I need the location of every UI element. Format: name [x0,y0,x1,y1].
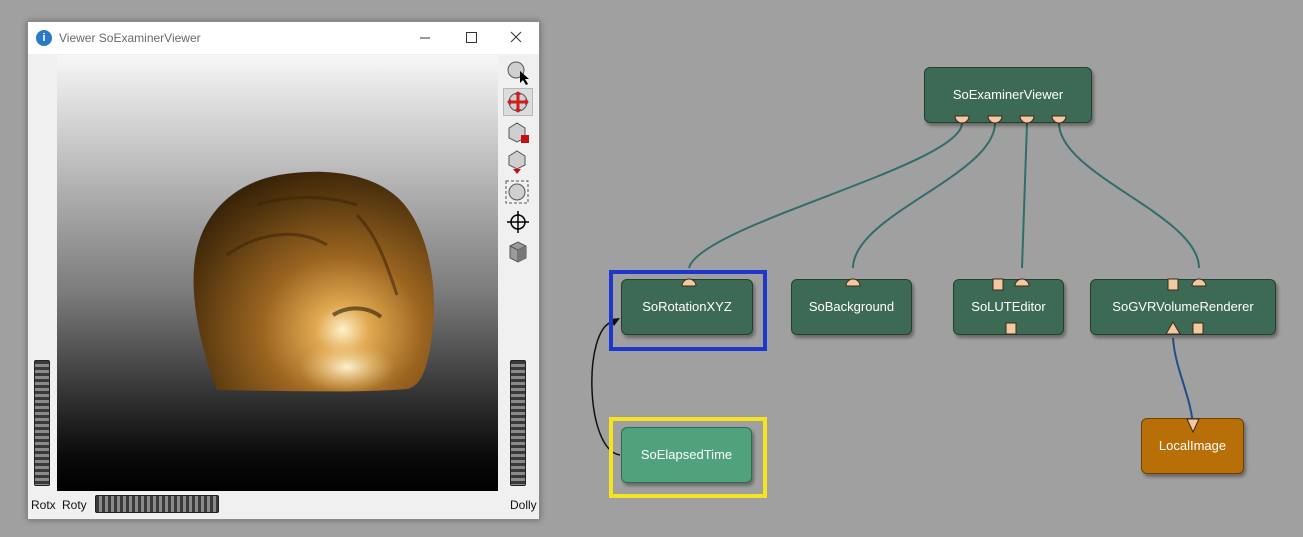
examiner-input-1-icon [954,115,970,124]
background-output-icon [845,278,861,287]
examiner-input-4-icon [1051,115,1067,124]
luteditor-output-icon [1014,278,1030,287]
luteditor-field-top-icon [992,278,1004,291]
luteditor-field-bottom-icon [1005,322,1017,335]
localimage-output-icon [1186,418,1200,434]
examiner-input-3-icon [1019,115,1035,124]
rotation-output-icon [681,278,697,287]
volrender-image-input-icon [1165,321,1181,335]
volrender-output-icon [1191,278,1207,287]
volrender-field-top-icon [1167,278,1179,291]
volrender-field-bottom-icon [1192,322,1204,335]
examiner-input-2-icon [987,115,1003,124]
module-connectors [681,115,1207,434]
